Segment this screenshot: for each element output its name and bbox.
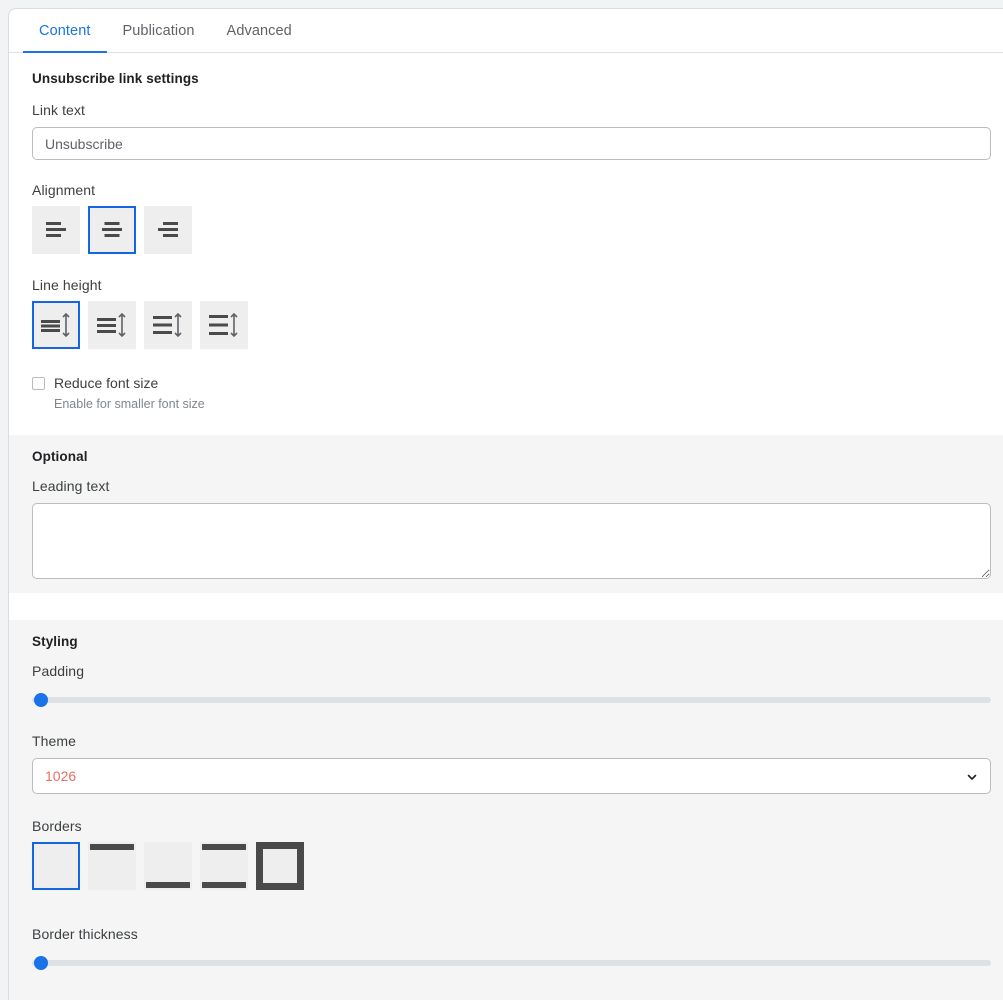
line-height-4-button[interactable] (200, 301, 248, 349)
chevron-down-icon (966, 770, 978, 782)
link-text-input[interactable] (32, 127, 991, 160)
theme-select[interactable]: 1026 (32, 758, 991, 794)
border-top-swatch[interactable] (88, 842, 136, 890)
line-height-button-group (32, 301, 980, 349)
tab-content-label: Content (39, 22, 91, 39)
border-none-swatch[interactable] (32, 842, 80, 890)
line-height-2-icon (95, 311, 129, 339)
link-text-label: Link text (32, 102, 86, 118)
alignment-label: Alignment (32, 182, 96, 198)
border-top-bar (202, 844, 246, 850)
alignment-button-group (32, 206, 980, 254)
border-bottom-bar (202, 882, 246, 888)
align-center-button[interactable] (88, 206, 136, 254)
styling-section-title: Styling (32, 634, 78, 649)
settings-card: Content Publication Advanced Unsubscribe… (8, 8, 1003, 1000)
align-right-icon (155, 219, 181, 241)
reduce-font-size-label: Reduce font size (54, 375, 159, 391)
align-left-button[interactable] (32, 206, 80, 254)
tab-advanced-label: Advanced (226, 22, 292, 39)
line-height-2-button[interactable] (88, 301, 136, 349)
leading-text-textarea[interactable] (32, 503, 991, 579)
align-center-icon (99, 219, 125, 241)
optional-section-title: Optional (32, 449, 88, 464)
leading-text-label: Leading text (32, 478, 110, 494)
tab-publication[interactable]: Publication (107, 9, 211, 52)
line-height-3-button[interactable] (144, 301, 192, 349)
border-top-bar (90, 844, 134, 850)
align-left-icon (43, 219, 69, 241)
theme-select-value: 1026 (45, 768, 77, 784)
border-all-swatch[interactable] (256, 842, 304, 890)
line-height-1-button[interactable] (32, 301, 80, 349)
optional-section: Optional Leading text (9, 435, 1003, 593)
tab-content[interactable]: Content (23, 9, 107, 53)
padding-label: Padding (32, 663, 85, 679)
reduce-font-size-row[interactable]: Reduce font size (32, 375, 980, 391)
tab-bar: Content Publication Advanced (9, 9, 1003, 53)
reduce-font-size-help: Enable for smaller font size (54, 397, 205, 411)
line-height-label: Line height (32, 277, 102, 293)
border-bottom-swatch[interactable] (144, 842, 192, 890)
borders-label: Borders (32, 818, 82, 834)
unsubscribe-section-title: Unsubscribe link settings (32, 71, 199, 86)
border-thickness-slider-thumb[interactable] (34, 956, 48, 970)
border-thickness-slider[interactable] (32, 956, 991, 970)
padding-slider-thumb[interactable] (34, 693, 48, 707)
padding-slider[interactable] (32, 693, 991, 707)
border-top-bottom-swatch[interactable] (200, 842, 248, 890)
align-right-button[interactable] (144, 206, 192, 254)
padding-slider-track (32, 697, 991, 703)
line-height-1-icon (39, 311, 73, 339)
styling-section: Styling Padding Theme 1026 Borders Borde… (9, 620, 1003, 1000)
tab-publication-label: Publication (122, 22, 195, 39)
borders-button-group (32, 842, 980, 890)
border-bottom-bar (146, 882, 190, 888)
unsubscribe-section: Unsubscribe link settings Link text Alig… (9, 53, 1003, 411)
line-height-3-icon (151, 311, 185, 339)
tab-advanced[interactable]: Advanced (211, 9, 308, 52)
theme-label: Theme (32, 733, 77, 749)
border-thickness-slider-track (32, 960, 991, 966)
border-thickness-label: Border thickness (32, 926, 138, 942)
reduce-font-size-checkbox[interactable] (32, 376, 45, 390)
line-height-4-icon (207, 311, 241, 339)
